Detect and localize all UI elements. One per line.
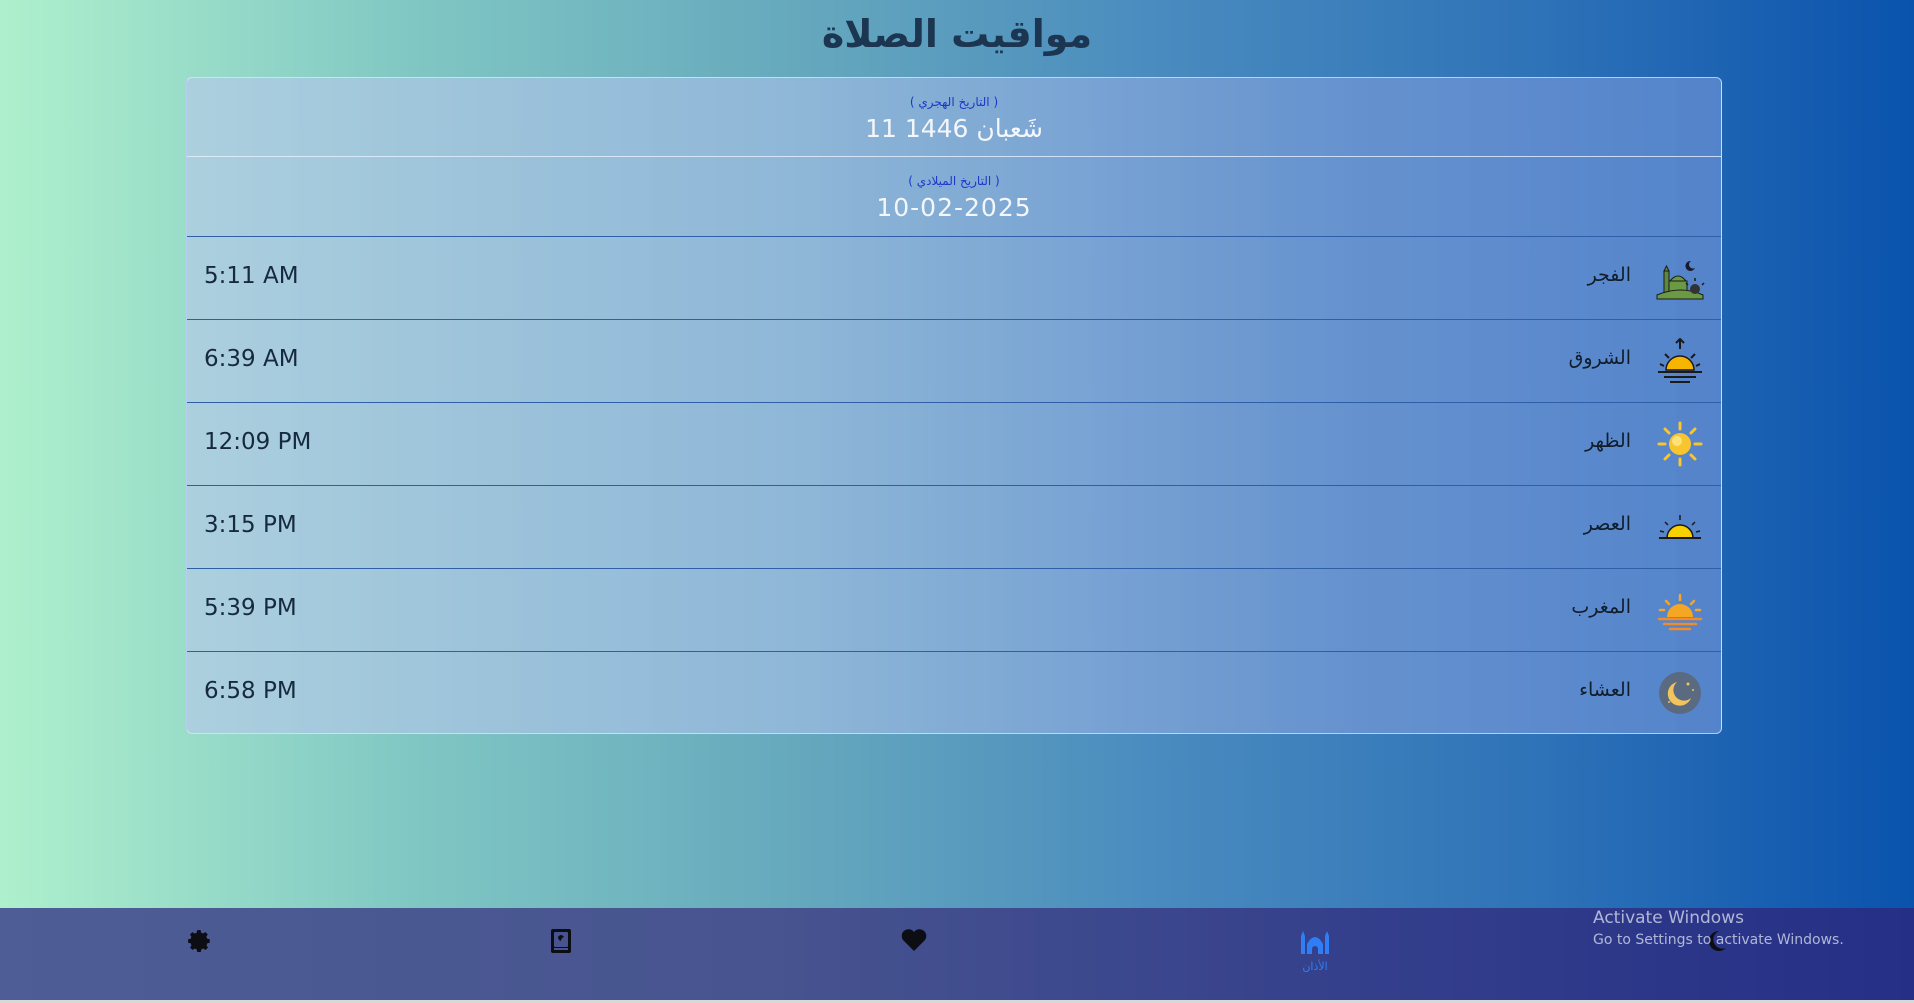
windows-activation-watermark: Activate Windows Go to Settings to activ…	[1593, 908, 1844, 948]
sun-icon	[1655, 421, 1705, 467]
hijri-date-label: ( التاريخ الهجري )	[909, 95, 999, 109]
nav-settings[interactable]	[170, 928, 230, 954]
hijri-date-value: 11 شَعبان 1446	[865, 114, 1043, 143]
hijri-date-row: ( التاريخ الهجري ) 11 شَعبان 1446	[187, 78, 1721, 157]
prayer-row-maghrib: 5:39 PM المغرب	[187, 569, 1721, 652]
sunrise-icon	[1655, 337, 1705, 384]
prayer-time: 5:39 PM	[204, 595, 297, 621]
prayer-time: 6:39 AM	[204, 346, 299, 372]
prayer-name: المغرب	[1571, 596, 1631, 618]
fajr-mosque-icon	[1655, 255, 1705, 301]
gregorian-date-label: ( التاريخ الميلادي )	[908, 174, 1000, 188]
prayer-time: 5:11 AM	[204, 263, 299, 289]
gregorian-date-value: 10-02-2025	[876, 193, 1032, 222]
prayer-name: الظهر	[1585, 430, 1631, 452]
prayer-row-isha: 6:58 PM العشاء	[187, 652, 1721, 731]
prayer-row-fajr: 5:11 AM الفجر	[187, 237, 1721, 320]
watermark-line1: Activate Windows	[1593, 908, 1744, 928]
prayer-name: العصر	[1583, 513, 1631, 535]
heart-icon[interactable]	[884, 928, 944, 952]
watermark-line2: Go to Settings to activate Windows.	[1593, 932, 1844, 948]
prayer-time: 12:09 PM	[204, 429, 312, 455]
prayer-name: الفجر	[1587, 264, 1631, 286]
nav-adhan-label: الأذان	[1302, 960, 1328, 973]
moon-night-icon	[1655, 670, 1705, 716]
prayer-row-shurooq: 6:39 AM الشروق	[187, 320, 1721, 403]
half-sun-icon	[1655, 504, 1705, 550]
prayer-time: 3:15 PM	[204, 512, 297, 538]
gregorian-date-row: ( التاريخ الميلادي ) 10-02-2025	[187, 157, 1721, 237]
prayer-time: 6:58 PM	[204, 678, 297, 704]
sunset-icon	[1655, 587, 1705, 633]
settings-icon[interactable]	[170, 928, 230, 954]
nav-favorites[interactable]	[884, 928, 944, 952]
prayer-name: العشاء	[1579, 679, 1631, 701]
prayer-name: الشروق	[1568, 347, 1631, 369]
quran-book-icon[interactable]	[531, 928, 591, 954]
mosque-icon[interactable]	[1285, 928, 1345, 956]
prayer-row-asr: 3:15 PM العصر	[187, 486, 1721, 569]
prayer-times-card: ( التاريخ الهجري ) 11 شَعبان 1446 ( التا…	[186, 77, 1722, 734]
page-title: مواقيت الصلاة	[821, 12, 1093, 56]
nav-quran[interactable]	[531, 928, 591, 954]
prayer-row-dhuhr: 12:09 PM الظهر	[187, 403, 1721, 486]
nav-adhan[interactable]: الأذان	[1285, 928, 1345, 973]
